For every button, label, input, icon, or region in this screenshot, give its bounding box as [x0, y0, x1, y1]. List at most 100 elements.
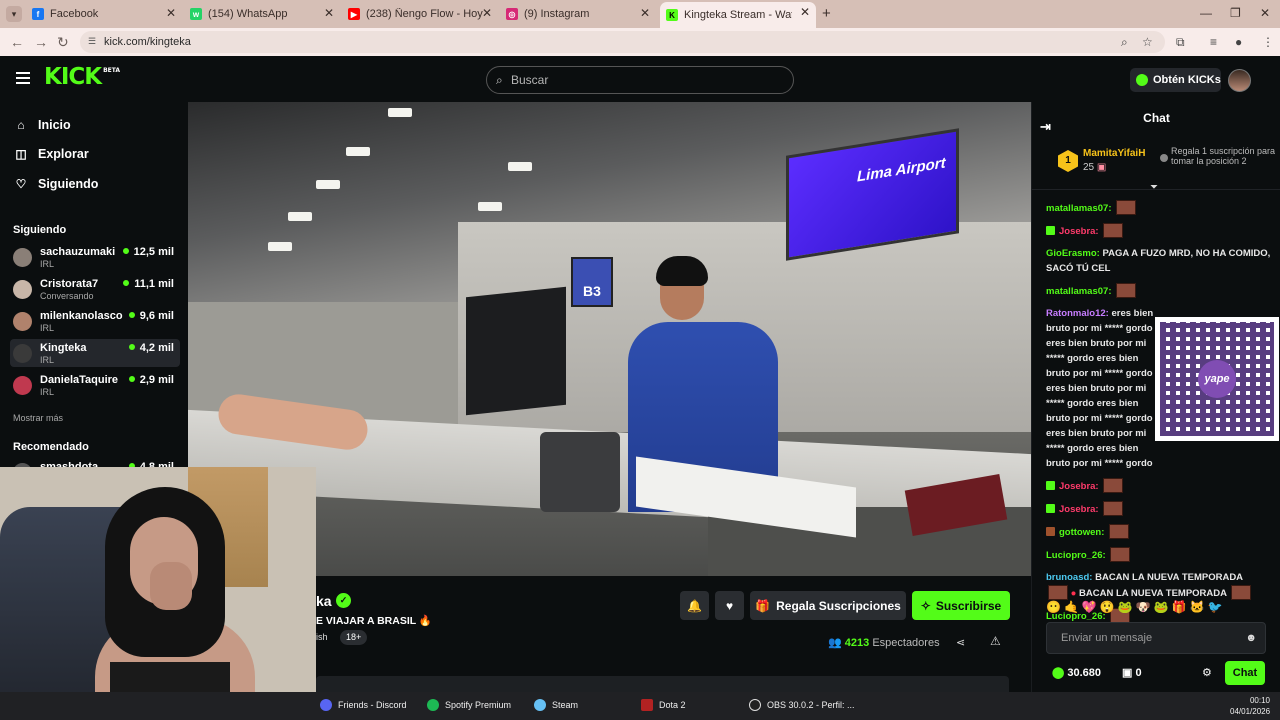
avatar [13, 376, 32, 395]
channel-category: IRL [40, 387, 55, 397]
send-chat-button[interactable]: Chat [1225, 661, 1265, 685]
tab-search-button[interactable]: ▾ [6, 6, 22, 22]
sidebar-item-danielataquire[interactable]: DanielaTaquire IRL 2,9 mil [10, 371, 180, 399]
tag-badge[interactable]: 18+ [340, 630, 368, 645]
taskbar-item-spotify[interactable]: Spotify Premium [427, 699, 511, 711]
taskbar-label: Spotify Premium [445, 700, 512, 710]
chat-username[interactable]: gottowen: [1059, 527, 1104, 538]
get-kicks-button[interactable]: Obtén KICKs [1130, 68, 1221, 92]
sidebar-item-sachauzumaki[interactable]: sachauzumaki IRL 12,5 mil [10, 243, 180, 271]
subscribe-button[interactable]: ✧ Suscribirse [912, 591, 1010, 620]
recommended-section-title: Recomendado [13, 441, 89, 453]
emoji-icon[interactable]: ☻ [1245, 623, 1257, 653]
clock-date: 04/01/2026 [1230, 707, 1271, 716]
sidebar-item-kingteka[interactable]: Kingteka IRL 4,2 mil [10, 339, 180, 367]
nav-explore[interactable]: ◫ Explorar [14, 144, 89, 164]
close-icon[interactable]: ✕ [640, 6, 650, 20]
close-icon[interactable]: ✕ [482, 6, 492, 20]
chat-message: Josebra: [1046, 501, 1278, 517]
avatar [13, 280, 32, 299]
media-controls-icon[interactable]: ≡ [1210, 35, 1217, 49]
kicks-balance[interactable]: ⬤ 30.680 [1052, 666, 1101, 679]
search-icon: ⌕ [496, 73, 503, 87]
emote-picker-row[interactable]: 😶🤙💖😲🐸🐶🐸🎁🐱🐦 [1046, 600, 1225, 614]
pinned-expand-icon[interactable]: ⏷ [1150, 182, 1158, 193]
chat-username[interactable]: Josebra: [1059, 504, 1099, 515]
report-warning-icon[interactable]: ⚠ [990, 634, 1001, 648]
close-icon[interactable]: ✕ [800, 5, 810, 19]
chat-title: Chat [1143, 111, 1170, 125]
extensions-icon[interactable]: ⧉ [1176, 35, 1185, 50]
search-placeholder: Buscar [511, 73, 549, 87]
minimize-icon[interactable]: — [1200, 6, 1212, 20]
gift-subs-button[interactable]: 🎁 Regala Suscripciones [750, 591, 906, 620]
viewers-label: Espectadores [872, 637, 940, 649]
notification-bell-button[interactable]: 🔔 [680, 591, 709, 620]
chat-username[interactable]: Josebra: [1059, 226, 1099, 237]
channel-name: DanielaTaquire [40, 374, 119, 386]
tab-label: (238) Ñengo Flow - Hoy ft. Bad [366, 8, 484, 20]
search-input[interactable]: ⌕ Buscar [486, 66, 794, 94]
gear-icon[interactable]: ⚙ [1202, 666, 1212, 679]
chat-message: matallamas07: [1046, 283, 1278, 299]
stream-category[interactable]: ish [316, 632, 328, 642]
new-tab-icon[interactable]: + [822, 5, 831, 22]
nav-following[interactable]: ♡ Siguiendo [14, 174, 99, 194]
facebook-icon: f [32, 8, 44, 20]
browser-tab-facebook[interactable]: f Facebook ✕ [26, 3, 182, 25]
following-section-title: Siguiendo [13, 224, 67, 236]
stream-title: E VIAJAR A BRASIL 🔥 [316, 615, 432, 627]
ceiling-light [478, 202, 502, 211]
system-clock[interactable]: 00:10 04/01/2026 [1230, 695, 1270, 717]
chat-username[interactable]: brunoasd: [1046, 572, 1092, 583]
discord-icon [320, 699, 332, 711]
channel-name[interactable]: ka [316, 593, 332, 609]
chat-message: Josebra: [1046, 223, 1278, 239]
forward-icon[interactable]: → [34, 34, 48, 50]
gifts-balance[interactable]: ▣ 0 [1122, 666, 1142, 679]
steam-icon [534, 699, 546, 711]
taskbar-item-steam[interactable]: Steam [534, 699, 578, 711]
follow-heart-button[interactable]: ♥ [715, 591, 744, 620]
close-icon[interactable]: ✕ [324, 6, 334, 20]
nav-label: Explorar [38, 147, 89, 161]
taskbar-item-dota2[interactable]: Dota 2 [641, 699, 686, 711]
close-window-icon[interactable]: ✕ [1260, 6, 1270, 20]
chat-username[interactable]: matallamas07: [1046, 203, 1111, 214]
reload-icon[interactable]: ↻ [57, 34, 69, 51]
browser-menu-icon[interactable]: ⋮ [1262, 35, 1274, 49]
site-info-icon[interactable]: ☰ [88, 36, 100, 48]
chat-username[interactable]: Ratonmalo12: [1046, 308, 1109, 319]
taskbar-item-obs[interactable]: OBS 30.0.2 - Perfil: ... [749, 699, 855, 711]
sidebar-item-cristorata7[interactable]: Cristorata7 Conversando 11,1 mil [10, 275, 180, 303]
chat-username[interactable]: GioErasmo: [1046, 248, 1100, 259]
taskbar-item-discord[interactable]: Friends - Discord [320, 699, 407, 711]
address-bar[interactable]: ☰ kick.com/kingteka [80, 31, 1165, 53]
show-more-link[interactable]: Mostrar más [13, 413, 63, 423]
chat-username[interactable]: matallamas07: [1046, 286, 1111, 297]
zoom-icon[interactable]: ⌕ [1121, 35, 1128, 50]
browser-tab-whatsapp[interactable]: w (154) WhatsApp ✕ [184, 3, 340, 25]
browser-tab-instagram[interactable]: ◎ (9) Instagram ✕ [500, 3, 656, 25]
sub-badge-icon [1046, 226, 1055, 235]
browser-tab-kick[interactable]: K Kingteka Stream - Watch Li ✕ [660, 2, 816, 28]
emote-icon [1116, 200, 1137, 215]
kick-logo[interactable]: KICK BETA [44, 64, 120, 90]
chat-username[interactable]: Josebra: [1059, 481, 1099, 492]
clock-time: 00:10 [1249, 696, 1270, 705]
close-icon[interactable]: ✕ [166, 6, 176, 20]
spotify-icon [427, 699, 439, 711]
bookmark-star-icon[interactable]: ☆ [1142, 35, 1153, 49]
nav-home[interactable]: ⌂ Inicio [14, 115, 70, 135]
sidebar-item-milenkanolasco[interactable]: milenkanolasco IRL 9,6 mil [10, 307, 180, 335]
share-icon[interactable]: ⋖ [956, 636, 965, 649]
browser-tab-youtube[interactable]: ▶ (238) Ñengo Flow - Hoy ft. Bad ✕ [342, 3, 498, 25]
restore-icon[interactable]: ❐ [1230, 6, 1241, 20]
home-icon: ⌂ [17, 118, 25, 132]
profile-icon[interactable]: ● [1235, 35, 1242, 49]
chat-username[interactable]: Luciopro_26: [1046, 550, 1106, 561]
back-icon[interactable]: ← [10, 34, 24, 50]
user-avatar[interactable] [1228, 69, 1251, 92]
menu-icon[interactable] [16, 72, 30, 84]
chat-message-input[interactable]: Enviar un mensaje ☻ [1046, 622, 1266, 654]
